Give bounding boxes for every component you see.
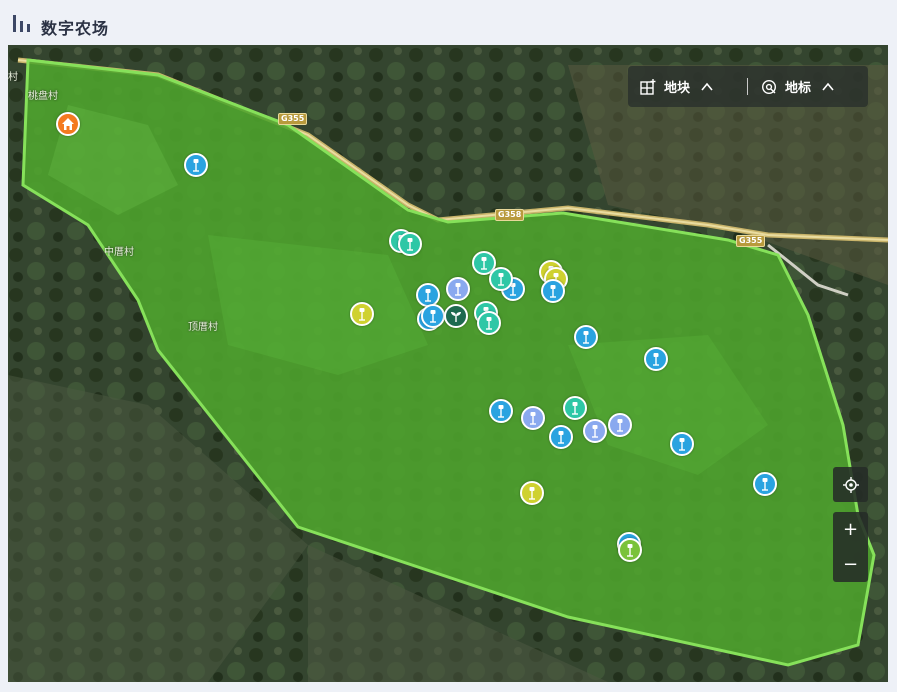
bar-chart-icon bbox=[13, 15, 30, 32]
sensor-marker[interactable] bbox=[489, 399, 513, 423]
sensor-marker[interactable] bbox=[489, 267, 513, 291]
sensor-marker[interactable] bbox=[753, 472, 777, 496]
place-label: 桃盘村 bbox=[28, 91, 58, 102]
home-marker[interactable] bbox=[56, 112, 80, 136]
sensor-pole-icon bbox=[481, 257, 487, 270]
sensor-pole-icon bbox=[430, 310, 436, 323]
sensor-marker[interactable] bbox=[618, 538, 642, 562]
sensor-pole-icon bbox=[193, 159, 199, 172]
sensor-marker[interactable] bbox=[477, 311, 501, 335]
chevron-up-icon bbox=[701, 82, 713, 91]
sensor-pole-icon bbox=[592, 425, 598, 438]
sensor-pole-icon bbox=[530, 412, 536, 425]
zoom-out-button[interactable]: − bbox=[843, 547, 858, 582]
sensor-pole-icon bbox=[425, 289, 431, 302]
sensor-pole-icon bbox=[627, 544, 633, 557]
sensor-marker[interactable] bbox=[350, 302, 374, 326]
sensor-pole-icon bbox=[407, 238, 413, 251]
sensor-marker[interactable] bbox=[446, 277, 470, 301]
crosshair-icon bbox=[842, 476, 859, 493]
sensor-marker[interactable] bbox=[563, 396, 587, 420]
plot-toggle[interactable]: 地块 bbox=[640, 66, 714, 107]
sensor-marker[interactable] bbox=[541, 279, 565, 303]
location-ring-icon bbox=[761, 79, 777, 94]
road-label: G355 bbox=[278, 113, 308, 125]
sensor-pole-icon bbox=[486, 317, 492, 330]
sensor-marker[interactable] bbox=[583, 419, 607, 443]
sensor-pole-icon bbox=[558, 431, 564, 444]
place-label: 顶厝村 bbox=[188, 322, 218, 333]
chevron-up-icon bbox=[822, 82, 834, 91]
sensor-pole-icon bbox=[359, 308, 365, 321]
road-label: G358 bbox=[495, 209, 525, 221]
sensor-pole-icon bbox=[498, 405, 504, 418]
sensor-pole-icon bbox=[762, 478, 768, 491]
sensor-marker[interactable] bbox=[398, 232, 422, 256]
sensor-marker[interactable] bbox=[644, 347, 668, 371]
zoom-in-button[interactable]: + bbox=[843, 512, 858, 547]
sensor-marker[interactable] bbox=[521, 406, 545, 430]
road-label: G355 bbox=[736, 235, 766, 247]
sensor-marker[interactable] bbox=[520, 481, 544, 505]
satellite-imagery bbox=[8, 45, 888, 682]
grid-plus-icon bbox=[640, 78, 656, 95]
sensor-marker[interactable] bbox=[670, 432, 694, 456]
sensor-pole-icon bbox=[679, 438, 685, 451]
sensor-pole-icon bbox=[498, 273, 504, 286]
sensor-marker[interactable] bbox=[416, 283, 440, 307]
landmark-toggle[interactable]: 地标 bbox=[761, 66, 835, 107]
layer-control-panel: 地块 地标 bbox=[628, 66, 868, 107]
sensor-pole-icon bbox=[583, 331, 589, 344]
place-label: 村 bbox=[8, 72, 18, 83]
plot-label: 地块 bbox=[664, 81, 691, 96]
sensor-marker[interactable] bbox=[421, 304, 445, 328]
sensor-pole-icon bbox=[529, 487, 535, 500]
divider bbox=[747, 78, 748, 95]
plant-marker[interactable] bbox=[444, 304, 468, 328]
zoom-control: + − bbox=[833, 512, 868, 582]
sensor-marker[interactable] bbox=[549, 425, 573, 449]
place-label: 中厝村 bbox=[104, 247, 134, 258]
home-icon bbox=[62, 118, 74, 130]
sensor-pole-icon bbox=[617, 419, 623, 432]
landmark-label: 地标 bbox=[785, 81, 812, 96]
sensor-marker[interactable] bbox=[574, 325, 598, 349]
page-title: 数字农场 bbox=[41, 19, 110, 38]
satellite-map[interactable]: 村 桃盘村 中厝村 顶厝村 G355 G358 G355 地块 地标 + − bbox=[8, 45, 888, 682]
locate-button[interactable] bbox=[833, 467, 868, 502]
sensor-marker[interactable] bbox=[184, 153, 208, 177]
page-header: 数字农场 bbox=[0, 0, 897, 45]
sensor-pole-icon bbox=[550, 285, 556, 298]
sensor-pole-icon bbox=[572, 402, 578, 415]
plant-sprout-icon bbox=[451, 312, 461, 322]
sensor-marker[interactable] bbox=[608, 413, 632, 437]
sensor-pole-icon bbox=[455, 283, 461, 296]
sensor-pole-icon bbox=[653, 353, 659, 366]
